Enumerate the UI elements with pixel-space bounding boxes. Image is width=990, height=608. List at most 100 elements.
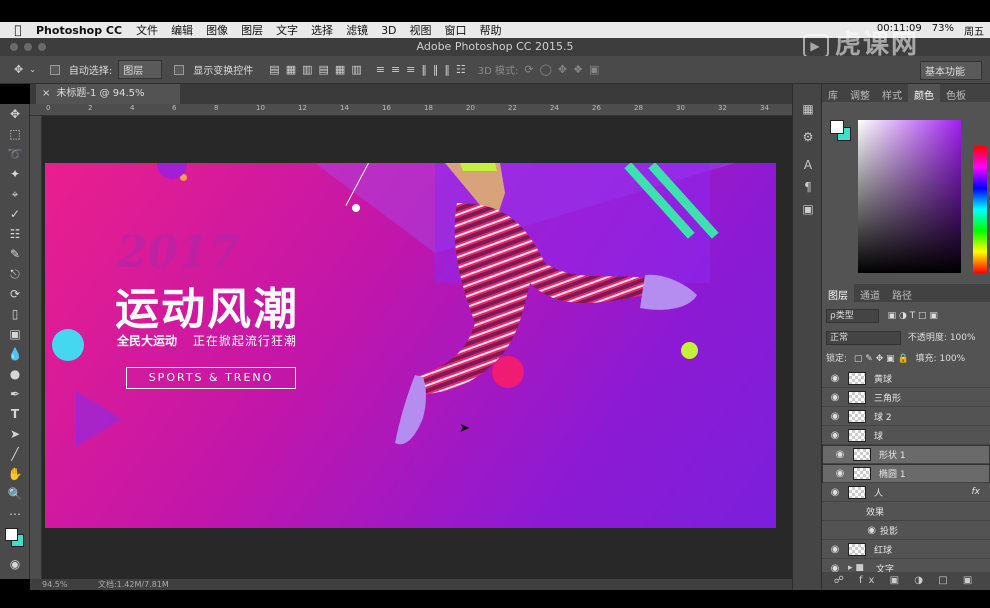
menu-layer[interactable]: 图层: [241, 22, 263, 38]
vertical-ruler[interactable]: [30, 116, 42, 579]
menu-edit[interactable]: 编辑: [171, 22, 193, 38]
brush-tool-icon[interactable]: ✎: [0, 244, 30, 264]
crop-tool-icon[interactable]: ⌖: [0, 184, 30, 204]
workspace-dropdown[interactable]: 基本功能: [920, 61, 982, 80]
blend-mode-dropdown[interactable]: 正常: [826, 331, 902, 345]
menu-file[interactable]: 文件: [136, 22, 158, 38]
auto-align-icon[interactable]: ☷: [456, 63, 466, 76]
distribute-vcenter-icon[interactable]: ≡: [391, 63, 400, 76]
hand-tool-icon[interactable]: ✋: [0, 464, 30, 484]
move-tool-icon[interactable]: ✥: [14, 63, 23, 76]
document-canvas[interactable]: 2017 运动风潮 全民大运动 正在掀起流行狂潮 SPORTS & TRENO …: [45, 163, 776, 528]
distribute-left-icon[interactable]: ‖: [421, 63, 427, 76]
zoom-tool-icon[interactable]: 🔍: [0, 484, 30, 504]
distribute-bottom-icon[interactable]: ≡: [406, 63, 415, 76]
distribute-hcenter-icon[interactable]: ‖: [433, 63, 439, 76]
visibility-eye-icon[interactable]: ◉: [827, 449, 853, 460]
glyphs-panel-icon[interactable]: ▣: [793, 198, 823, 220]
zoom-window-button[interactable]: [38, 43, 46, 51]
paragraph-panel-icon[interactable]: ¶: [793, 176, 823, 198]
layer-filter-dropdown[interactable]: ρ类型: [826, 309, 879, 323]
gradient-tool-icon[interactable]: ▣: [0, 324, 30, 344]
lasso-tool-icon[interactable]: ➰: [0, 144, 30, 164]
visibility-eye-icon[interactable]: ◉: [822, 525, 880, 536]
stamp-tool-icon[interactable]: ⎋: [0, 264, 30, 284]
visibility-eye-icon[interactable]: ◉: [822, 430, 848, 441]
align-bottom-icon[interactable]: ▥: [302, 63, 312, 76]
tab-paths[interactable]: 路径: [886, 284, 918, 302]
layer-row[interactable]: ◉ 人 fx: [822, 483, 990, 502]
menu-type[interactable]: 文字: [276, 22, 298, 38]
align-left-icon[interactable]: ▤: [319, 63, 329, 76]
document-tab[interactable]: ×未标题-1 @ 94.5%(RGB/8) *: [36, 84, 180, 119]
tab-adjustments[interactable]: 调整: [844, 84, 876, 102]
layer-row[interactable]: ◉ 投影: [822, 521, 990, 540]
layer-row[interactable]: ◉ 球 2: [822, 407, 990, 426]
opacity-value[interactable]: 100%: [950, 333, 976, 343]
app-menu[interactable]: Photoshop CC: [36, 24, 122, 37]
layer-row[interactable]: 效果: [822, 502, 990, 521]
align-hcenter-icon[interactable]: ▦: [335, 63, 345, 76]
3d-roll-icon[interactable]: ◯: [540, 63, 552, 76]
more-tools-icon[interactable]: ⋯: [0, 504, 30, 524]
layer-fx-badge[interactable]: fx: [972, 487, 981, 497]
horizontal-ruler[interactable]: 0 2 4 6 8 10 12 14 16 18 20 22 24 26 28 30 32 34: [30, 104, 792, 116]
tab-library[interactable]: 库: [822, 84, 844, 102]
visibility-eye-icon[interactable]: ◉: [822, 411, 848, 422]
tab-channels[interactable]: 通道: [854, 284, 886, 302]
visibility-eye-icon[interactable]: ◉: [822, 373, 848, 384]
healing-tool-icon[interactable]: ☷: [0, 224, 30, 244]
distribute-top-icon[interactable]: ≡: [376, 63, 385, 76]
lock-icons[interactable]: ▢ ✎ ✥ ▣ 🔒: [854, 354, 909, 364]
zoom-level[interactable]: 94.5%: [42, 580, 67, 589]
layer-row[interactable]: ◉ 形状 1: [822, 445, 990, 464]
menu-view[interactable]: 视图: [410, 22, 432, 38]
3d-rotate-icon[interactable]: ⟳: [524, 63, 533, 76]
pen-tool-icon[interactable]: ✒: [0, 384, 30, 404]
menu-window[interactable]: 窗口: [445, 22, 467, 38]
layer-row[interactable]: ◉ 红球: [822, 540, 990, 559]
align-vcenter-icon[interactable]: ▦: [286, 63, 296, 76]
close-tab-icon[interactable]: ×: [42, 88, 50, 99]
fill-value[interactable]: 100%: [939, 354, 965, 364]
tool-preset-chevron-icon[interactable]: ⌄: [29, 65, 36, 74]
visibility-eye-icon[interactable]: ◉: [827, 468, 853, 479]
distribute-right-icon[interactable]: ‖: [444, 63, 450, 76]
layer-row[interactable]: ◉ 椭圆 1: [822, 464, 990, 483]
hue-slider[interactable]: [973, 146, 987, 273]
document-info[interactable]: 文档:1.42M/7.81M: [98, 580, 169, 589]
minimize-window-button[interactable]: [24, 43, 32, 51]
foreground-color-swatch[interactable]: [5, 528, 18, 541]
history-brush-tool-icon[interactable]: ⟳: [0, 284, 30, 304]
tab-styles[interactable]: 样式: [876, 84, 908, 102]
color-picker-field[interactable]: [858, 120, 961, 273]
quick-mask-icon[interactable]: ◉: [0, 554, 30, 574]
move-tool-icon[interactable]: ✥: [0, 104, 30, 124]
menu-image[interactable]: 图像: [206, 22, 228, 38]
menu-filter[interactable]: 滤镜: [346, 22, 368, 38]
visibility-eye-icon[interactable]: ◉: [822, 544, 848, 555]
eyedropper-tool-icon[interactable]: ✓: [0, 204, 30, 224]
path-select-tool-icon[interactable]: ➤: [0, 424, 30, 444]
color-swatches[interactable]: [0, 524, 30, 554]
visibility-eye-icon[interactable]: ◉: [822, 392, 848, 403]
line-tool-icon[interactable]: ╱: [0, 444, 30, 464]
3d-scale-icon[interactable]: ▣: [589, 63, 599, 76]
layer-row[interactable]: ◉ 黄球: [822, 369, 990, 388]
3d-slide-icon[interactable]: ❖: [573, 63, 583, 76]
character-panel-icon[interactable]: A: [793, 154, 823, 176]
fg-color-chip[interactable]: [830, 120, 844, 134]
visibility-eye-icon[interactable]: ◉: [822, 487, 848, 498]
blur-tool-icon[interactable]: 💧: [0, 344, 30, 364]
menu-3d[interactable]: 3D: [381, 24, 396, 37]
marquee-tool-icon[interactable]: ⬚: [0, 124, 30, 144]
properties-panel-icon[interactable]: ⚙: [793, 126, 823, 148]
menu-help[interactable]: 帮助: [480, 22, 502, 38]
show-transform-checkbox[interactable]: [174, 64, 185, 75]
layer-row[interactable]: ◉ 球: [822, 426, 990, 445]
dodge-tool-icon[interactable]: ●: [0, 364, 30, 384]
align-right-icon[interactable]: ▥: [351, 63, 361, 76]
magic-wand-tool-icon[interactable]: ✦: [0, 164, 30, 184]
tab-layers[interactable]: 图层: [822, 284, 854, 302]
eraser-tool-icon[interactable]: ▯: [0, 304, 30, 324]
